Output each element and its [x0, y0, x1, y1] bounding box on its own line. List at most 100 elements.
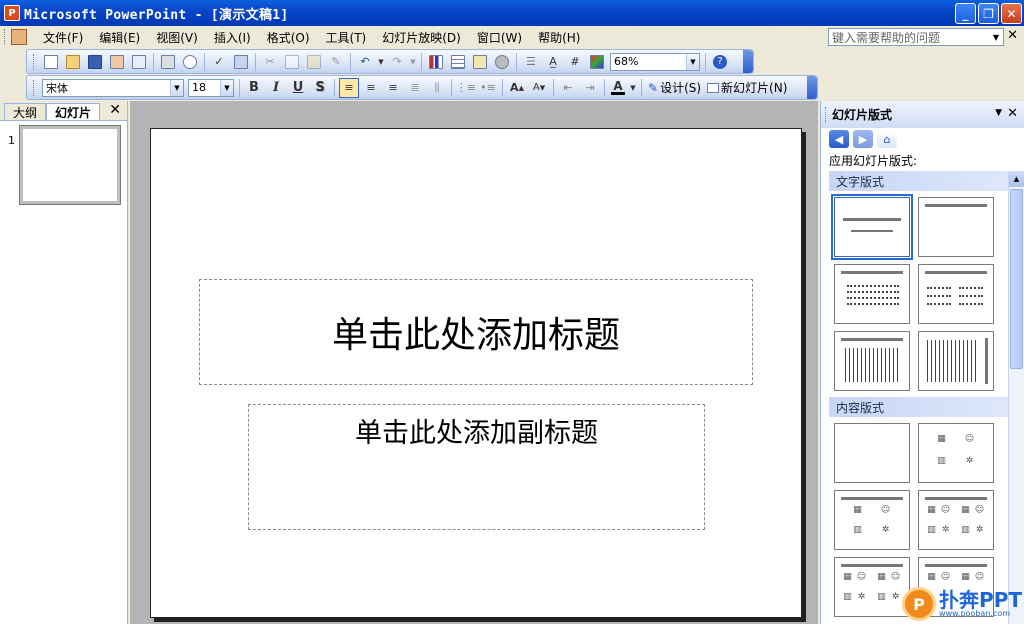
italic-button[interactable]: I: [266, 78, 286, 98]
decrease-indent-icon[interactable]: ⇤: [558, 78, 578, 98]
scroll-up-icon[interactable]: ▲: [1009, 171, 1024, 187]
new-document-icon[interactable]: [41, 52, 61, 72]
font-color-dropdown-icon[interactable]: ▼: [629, 78, 637, 98]
close-icon[interactable]: ✕: [109, 102, 121, 118]
chevron-down-icon[interactable]: ▼: [989, 29, 1003, 45]
permission-icon[interactable]: [107, 52, 127, 72]
bold-button[interactable]: B: [244, 78, 264, 98]
task-pane-grip-handle[interactable]: [825, 106, 828, 123]
shadow-button[interactable]: S: [310, 78, 330, 98]
chevron-down-icon[interactable]: ▼: [170, 79, 183, 96]
menu-format[interactable]: 格式(O): [259, 29, 318, 46]
menu-insert[interactable]: 插入(I): [206, 29, 259, 46]
undo-icon[interactable]: ↶: [355, 52, 375, 72]
font-select[interactable]: 宋体 ▼: [42, 78, 184, 97]
menu-file[interactable]: 文件(F): [35, 29, 91, 46]
underline-button[interactable]: U: [288, 78, 308, 98]
show-grid-icon[interactable]: #: [565, 52, 585, 72]
tab-slides[interactable]: 幻灯片: [46, 103, 101, 120]
undo-dropdown-icon[interactable]: ▼: [377, 52, 385, 72]
toolbar-grip-handle[interactable]: [33, 79, 36, 96]
insert-table-icon[interactable]: [448, 52, 468, 72]
slide-thumbnail[interactable]: [19, 125, 121, 205]
show-formatting-icon[interactable]: A̲: [543, 52, 563, 72]
format-painter-icon[interactable]: ✎: [326, 52, 346, 72]
layout-content[interactable]: ▦ ☺ ▥ ✲: [918, 423, 994, 483]
layout-title-and-text[interactable]: [834, 264, 910, 324]
align-right-icon[interactable]: ≡: [383, 78, 403, 98]
forward-arrow-icon[interactable]: ▶: [853, 130, 873, 148]
insert-picture-icon[interactable]: [470, 52, 490, 72]
chevron-down-icon[interactable]: ▼: [995, 108, 1002, 118]
close-icon[interactable]: ✕: [1007, 106, 1018, 121]
help-question-input[interactable]: 键入需要帮助的问题 ▼: [828, 28, 1004, 46]
expand-all-icon[interactable]: ☰: [521, 52, 541, 72]
copy-icon[interactable]: [282, 52, 302, 72]
toolbar-options-button[interactable]: [743, 50, 753, 73]
design-button[interactable]: ✎ 设计(S): [645, 79, 704, 96]
zoom-select[interactable]: 68% ▼: [610, 52, 700, 71]
toolbar-grip-handle[interactable]: [33, 53, 36, 70]
research-icon[interactable]: [231, 52, 251, 72]
font-size-select[interactable]: 18 ▼: [188, 78, 234, 97]
menu-view[interactable]: 视图(V): [148, 29, 206, 46]
cut-icon[interactable]: ✂: [260, 52, 280, 72]
back-arrow-icon[interactable]: ◀: [829, 130, 849, 148]
help-icon[interactable]: ?: [710, 52, 730, 72]
layout-title-and-content[interactable]: ▦ ☺ ▥ ✲: [834, 490, 910, 550]
print-preview-icon[interactable]: [180, 52, 200, 72]
toolbar-options-button[interactable]: [807, 76, 817, 99]
close-button[interactable]: ✕: [1001, 3, 1022, 24]
layout-title-and-two-content[interactable]: ▦ ☺ ▥ ✲ ▦ ☺ ▥ ✲: [918, 490, 994, 550]
title-placeholder[interactable]: 单击此处添加标题: [199, 279, 753, 385]
layout-title-two-column-text[interactable]: [918, 264, 994, 324]
open-folder-icon[interactable]: [63, 52, 83, 72]
email-icon[interactable]: [129, 52, 149, 72]
insert-diagram-icon[interactable]: [492, 52, 512, 72]
task-pane-scrollbar[interactable]: ▲: [1008, 171, 1024, 624]
scrollbar-thumb[interactable]: [1010, 189, 1023, 369]
align-left-icon[interactable]: ≡: [339, 77, 359, 98]
increase-font-size-icon[interactable]: A ▲: [507, 78, 527, 98]
menu-window[interactable]: 窗口(W): [469, 29, 530, 46]
redo-dropdown-icon[interactable]: ▼: [409, 52, 417, 72]
numbering-icon[interactable]: ⋮≡: [456, 78, 476, 98]
spelling-icon[interactable]: ✓: [209, 52, 229, 72]
document-icon[interactable]: [11, 29, 27, 45]
menu-edit[interactable]: 编辑(E): [91, 29, 148, 46]
subtitle-placeholder[interactable]: 单击此处添加副标题: [248, 404, 705, 530]
layout-blank[interactable]: [834, 423, 910, 483]
print-icon[interactable]: [158, 52, 178, 72]
minimize-button[interactable]: _: [955, 3, 976, 24]
restore-button[interactable]: ❐: [978, 3, 999, 24]
menu-grip-handle[interactable]: [4, 29, 7, 45]
chevron-down-icon[interactable]: ▼: [220, 79, 233, 96]
redo-icon[interactable]: ↷: [387, 52, 407, 72]
home-icon[interactable]: ⌂: [877, 130, 897, 148]
bullets-icon[interactable]: •≡: [478, 78, 498, 98]
layout-title-slide[interactable]: [831, 194, 913, 260]
paste-icon[interactable]: [304, 52, 324, 72]
increase-indent-icon[interactable]: ⇥: [580, 78, 600, 98]
color-grayscale-icon[interactable]: [587, 52, 607, 72]
menu-help[interactable]: 帮助(H): [530, 29, 588, 46]
insert-chart-icon[interactable]: [426, 52, 446, 72]
layout-vertical-title-and-text[interactable]: [918, 331, 994, 391]
powerpoint-app-icon[interactable]: P: [4, 5, 20, 21]
new-slide-button[interactable]: 新幻灯片(N): [704, 79, 790, 96]
distribute-icon[interactable]: ⫼: [427, 78, 447, 98]
tab-outline[interactable]: 大纲: [4, 103, 47, 120]
layout-title-and-four-content[interactable]: ▦ ☺ ▦ ☺ ▥ ✲ ▥ ✲: [834, 557, 910, 617]
save-icon[interactable]: [85, 52, 105, 72]
slide-canvas[interactable]: 单击此处添加标题 单击此处添加副标题: [150, 128, 802, 618]
font-color-button[interactable]: A: [609, 78, 627, 98]
decrease-font-size-icon[interactable]: A ▼: [529, 78, 549, 98]
align-center-icon[interactable]: ≡: [361, 78, 381, 98]
layout-vertical-text[interactable]: [834, 331, 910, 391]
document-close-button[interactable]: ✕: [1007, 28, 1018, 43]
justify-icon[interactable]: ≣: [405, 78, 425, 98]
layout-title-only[interactable]: [918, 197, 994, 257]
menu-tools[interactable]: 工具(T): [318, 29, 375, 46]
chevron-down-icon[interactable]: ▼: [686, 53, 699, 70]
menu-slideshow[interactable]: 幻灯片放映(D): [374, 29, 469, 46]
